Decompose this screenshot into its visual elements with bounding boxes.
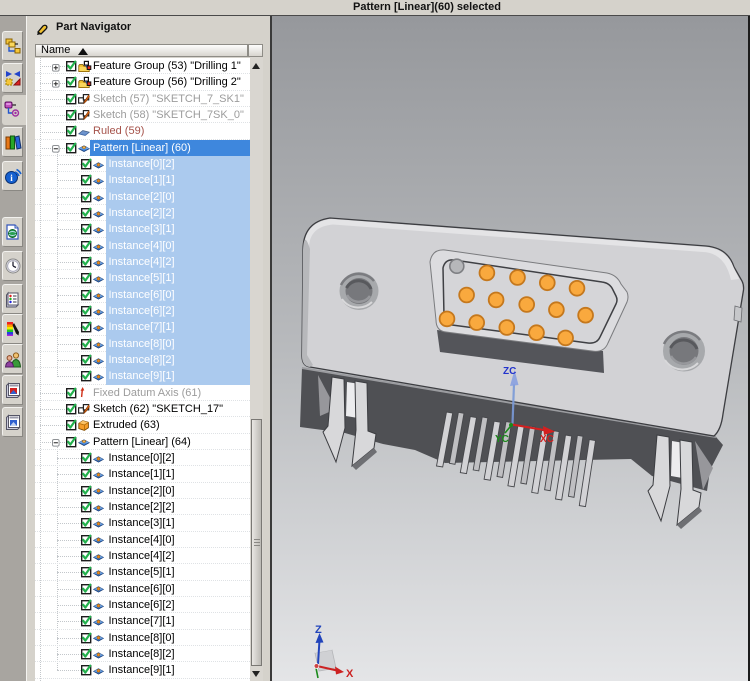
svg-text:YC: YC xyxy=(495,434,509,445)
svg-text:ZC: ZC xyxy=(503,366,516,377)
svg-text:X: X xyxy=(346,668,354,680)
svg-text:Z: Z xyxy=(315,624,322,636)
svg-text:XC: XC xyxy=(540,434,554,445)
